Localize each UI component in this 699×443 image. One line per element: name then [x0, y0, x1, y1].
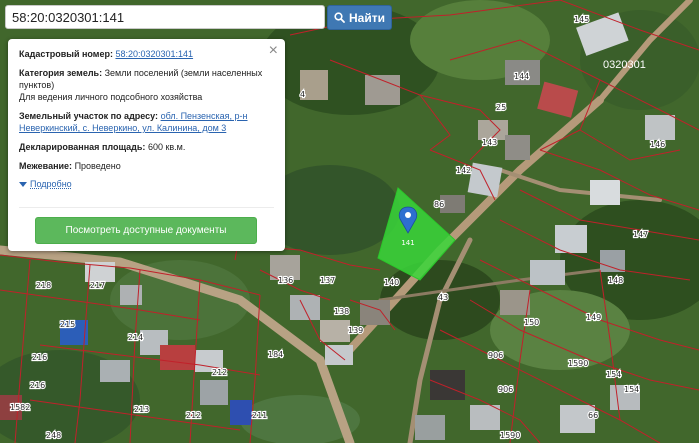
parcel-label: 138 — [334, 307, 349, 316]
parcel-label: 86 — [434, 200, 444, 209]
survey-value: Проведено — [74, 161, 121, 171]
parcel-label: 145 — [574, 15, 589, 24]
marker-label: 141 — [401, 239, 414, 247]
parcel-label: 214 — [128, 333, 143, 342]
card-divider — [19, 207, 274, 208]
parcel-label: 217 — [90, 281, 105, 290]
parcel-label: 25 — [496, 103, 506, 112]
parcel-label: 212 — [186, 411, 201, 420]
parcel-label: 216 — [32, 353, 47, 362]
cadastral-number-row: Кадастровый номер: 58:20:0320301:141 — [19, 48, 275, 60]
area-row: Декларированная площадь: 600 кв.м. — [19, 141, 275, 153]
parcel-label: 212 — [212, 368, 227, 377]
parcel-label: 184 — [268, 350, 283, 359]
parcel-info-card: × Кадастровый номер: 58:20:0320301:141 К… — [8, 39, 285, 251]
parcel-label: 150 — [524, 318, 539, 327]
parcel-label: 66 — [588, 411, 598, 420]
cadastral-search-input[interactable] — [5, 5, 325, 29]
parcel-label: 136 — [278, 276, 293, 285]
address-label: Земельный участок по адресу: — [19, 111, 159, 121]
area-label: Декларированная площадь: — [19, 142, 146, 152]
search-button-label: Найти — [349, 10, 385, 25]
parcel-label: 154 — [606, 370, 621, 379]
parcel-label: 216 — [30, 381, 45, 390]
parcel-label: 906 — [488, 351, 503, 360]
parcel-label: 140 — [384, 278, 399, 287]
parcel-label: 137 — [320, 276, 335, 285]
address-row: Земельный участок по адресу: обл. Пензен… — [19, 110, 275, 134]
parcel-label: 218 — [36, 281, 51, 290]
parcel-label: 211 — [252, 411, 267, 420]
close-icon[interactable]: × — [269, 43, 278, 59]
parcel-label: 906 — [498, 385, 513, 394]
parcel-label: 213 — [134, 405, 149, 414]
parcel-label: 146 — [650, 140, 665, 149]
parcel-label: 139 — [348, 326, 363, 335]
survey-label: Межевание: — [19, 161, 73, 171]
parcel-label: 43 — [438, 293, 448, 302]
view-documents-button[interactable]: Посмотреть доступные документы — [35, 217, 257, 244]
land-category-row: Категория земель: Земли поселений (земли… — [19, 67, 275, 103]
parcel-label: 142 — [456, 166, 471, 175]
details-toggle-label: Подробно — [30, 179, 72, 189]
parcel-label: 248 — [46, 431, 61, 440]
parcel-label: 148 — [608, 276, 623, 285]
area-value: 600 кв.м. — [147, 142, 186, 152]
parcel-label: 1590 — [500, 431, 520, 440]
parcel-label: 215 — [60, 320, 75, 329]
cadastral-number-link[interactable]: 58:20:0320301:141 — [115, 49, 193, 59]
parcel-label: 143 — [482, 138, 497, 147]
caret-down-icon — [19, 181, 27, 187]
quarter-label: 0320301 — [603, 59, 646, 71]
parcel-label: 1582 — [10, 403, 30, 412]
land-usage-value: Для ведения личного подсобного хозяйства — [19, 92, 203, 102]
parcel-label: 149 — [586, 313, 601, 322]
land-category-label: Категория земель: — [19, 68, 103, 78]
cadastral-number-label: Кадастровый номер: — [19, 49, 113, 59]
survey-row: Межевание: Проведено — [19, 160, 275, 172]
parcel-label: 1590 — [568, 359, 588, 368]
details-toggle[interactable]: Подробно — [19, 178, 275, 190]
parcel-label: 144 — [514, 72, 529, 81]
search-icon — [334, 12, 345, 23]
parcel-label: 147 — [633, 230, 648, 239]
parcel-label: 4 — [300, 90, 305, 99]
search-button[interactable]: Найти — [327, 5, 392, 30]
parcel-label: 154 — [624, 385, 639, 394]
